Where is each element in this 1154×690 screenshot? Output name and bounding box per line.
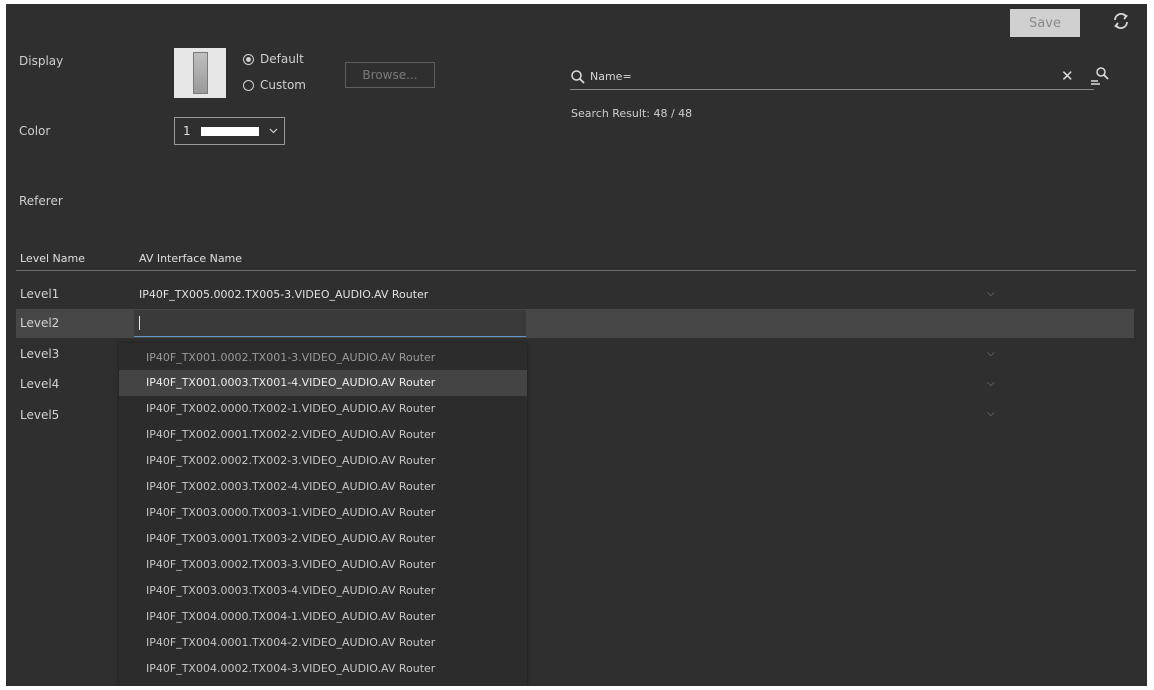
search-field[interactable] <box>570 64 1094 90</box>
column-header-av-interface-name: AV Interface Name <box>139 252 243 265</box>
radio-custom-indicator[interactable] <box>243 79 254 91</box>
dropdown-item[interactable]: IP40F_TX002.0002.TX002-3.VIDEO_AUDIO.AV … <box>119 448 527 474</box>
search-result-count: Search Result: 48 / 48 <box>571 107 693 120</box>
dropdown-item[interactable]: IP40F_TX002.0001.TX002-2.VIDEO_AUDIO.AV … <box>119 422 527 448</box>
interface-dropdown-list[interactable]: IP40F_TX001.0002.TX001-3.VIDEO_AUDIO.AV … <box>119 343 527 686</box>
dropdown-item[interactable]: IP40F_TX003.0001.TX003-2.VIDEO_AUDIO.AV … <box>119 526 527 552</box>
dropdown-item-highlighted[interactable]: IP40F_TX001.0003.TX001-4.VIDEO_AUDIO.AV … <box>119 370 527 396</box>
color-swatch <box>200 126 259 136</box>
radio-default-label: Default <box>260 52 304 66</box>
text-caret <box>139 316 140 330</box>
radio-default-indicator[interactable] <box>243 53 254 65</box>
search-icon <box>571 69 585 84</box>
dropdown-item[interactable]: IP40F_TX002.0000.TX002-1.VIDEO_AUDIO.AV … <box>119 396 527 422</box>
row-level-label: Level5 <box>20 408 60 422</box>
search-input[interactable] <box>586 70 1064 83</box>
row-level-label: Level4 <box>20 377 60 391</box>
column-header-level-name: Level Name <box>20 252 85 265</box>
dropdown-item[interactable]: IP40F_TX004.0002.TX004-3.VIDEO_AUDIO.AV … <box>119 656 527 682</box>
dropdown-item[interactable]: IP40F_TX003.0003.TX003-4.VIDEO_AUDIO.AV … <box>119 578 527 604</box>
dropdown-item[interactable]: IP40F_TX004.0000.TX004-1.VIDEO_AUDIO.AV … <box>119 604 527 630</box>
save-button[interactable]: Save <box>1010 9 1080 37</box>
color-value: 1 <box>183 124 191 138</box>
refresh-icon[interactable] <box>1111 11 1131 31</box>
radio-custom-label: Custom <box>260 78 306 92</box>
row-level-label: Level3 <box>20 347 60 361</box>
row-level-label: Level2 <box>20 316 60 330</box>
dropdown-item[interactable]: IP40F_TX004.0001.TX004-2.VIDEO_AUDIO.AV … <box>119 630 527 656</box>
dropdown-item[interactable]: IP40F_TX001.0002.TX001-3.VIDEO_AUDIO.AV … <box>119 343 527 370</box>
user-search-icon[interactable] <box>1088 64 1112 88</box>
referer-label: Referer <box>19 194 63 208</box>
header-divider <box>16 270 1136 271</box>
device-thumbnail <box>174 48 226 98</box>
row-level-label: Level1 <box>20 287 60 301</box>
browse-button[interactable]: Browse... <box>345 62 435 88</box>
device-image <box>192 52 208 94</box>
interface-name-input[interactable] <box>134 310 526 337</box>
color-select[interactable]: 1 <box>174 117 285 145</box>
settings-panel: Save Display Default Custom Browse... Co… <box>6 4 1147 686</box>
chevron-down-icon[interactable]: ⌵ <box>987 348 995 359</box>
row-interface-value[interactable]: IP40F_TX005.0002.TX005-3.VIDEO_AUDIO.AV … <box>139 288 428 301</box>
chevron-down-icon[interactable]: ⌵ <box>987 288 995 299</box>
radio-default[interactable]: Default <box>243 52 304 66</box>
radio-custom[interactable]: Custom <box>243 78 306 92</box>
chevron-down-icon <box>269 128 278 134</box>
display-label: Display <box>19 54 64 68</box>
chevron-down-icon[interactable]: ⌵ <box>987 408 995 419</box>
dropdown-item[interactable]: IP40F_TX003.0002.TX003-3.VIDEO_AUDIO.AV … <box>119 552 527 578</box>
color-label: Color <box>19 124 51 138</box>
dropdown-item[interactable]: IP40F_TX003.0000.TX003-1.VIDEO_AUDIO.AV … <box>119 500 527 526</box>
chevron-down-icon[interactable]: ⌵ <box>987 378 995 389</box>
close-icon[interactable]: ✕ <box>1061 67 1074 85</box>
dropdown-item[interactable]: IP40F_TX002.0003.TX002-4.VIDEO_AUDIO.AV … <box>119 474 527 500</box>
